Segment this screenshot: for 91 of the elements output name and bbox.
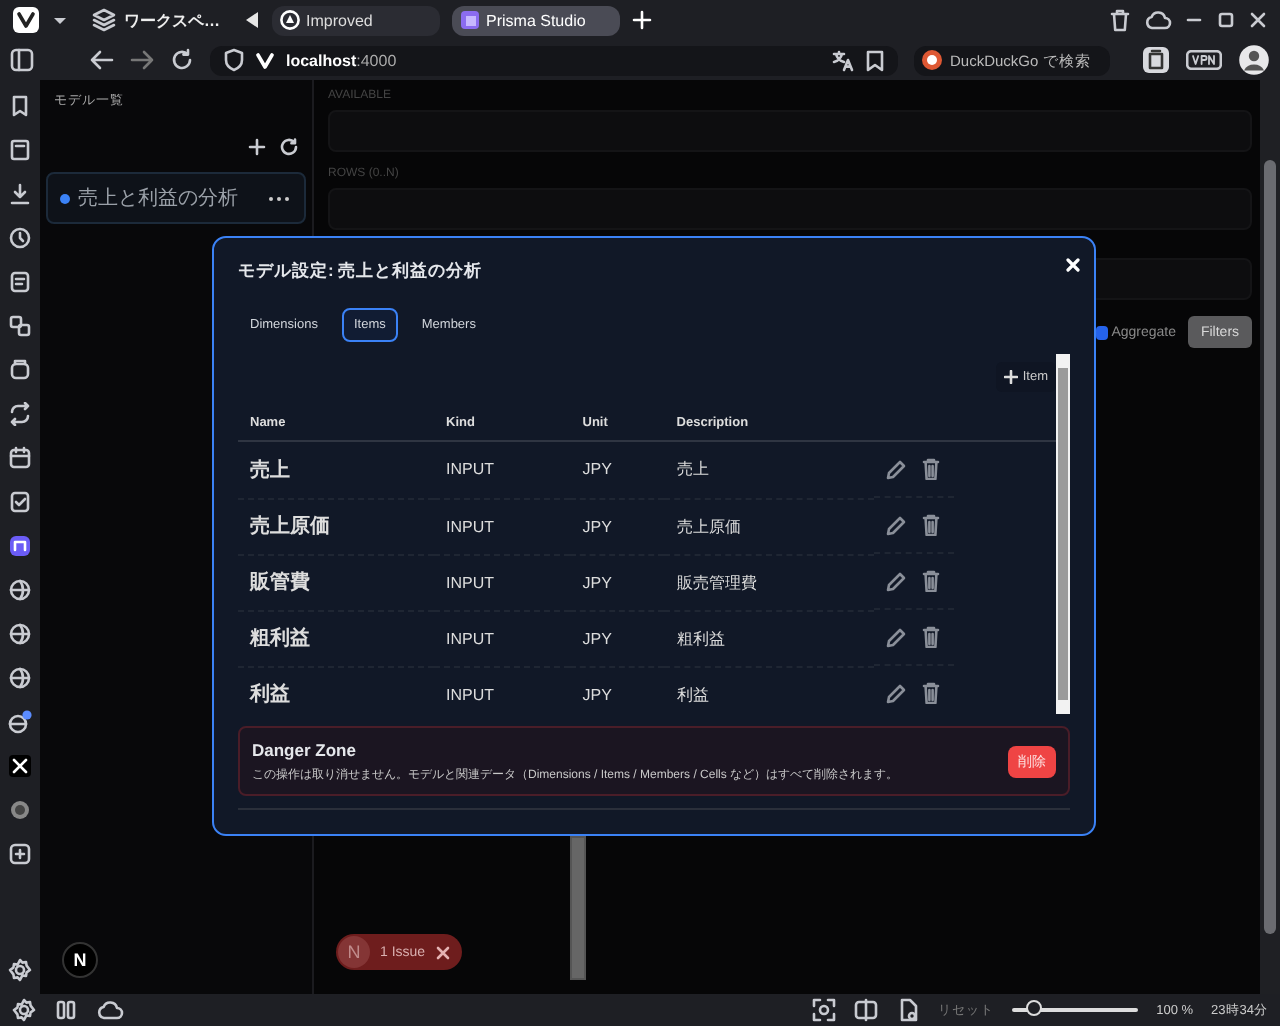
table-cell: INPUT <box>434 610 571 666</box>
bookmark-icon[interactable] <box>8 94 32 118</box>
table-cell: 売上 <box>664 441 874 498</box>
refresh-icon[interactable] <box>280 138 298 156</box>
calendar-icon[interactable] <box>8 446 32 470</box>
add-panel-icon[interactable] <box>8 842 32 866</box>
table-cell: 売上 <box>238 441 434 498</box>
table-cell: JPY <box>570 554 665 610</box>
table-cell: 販管費 <box>238 554 434 610</box>
reload-icon[interactable] <box>170 48 194 72</box>
app-logo-icon[interactable] <box>8 534 32 558</box>
table-cell: 売上原価 <box>664 498 874 554</box>
pencil-icon[interactable] <box>885 459 906 479</box>
dialog-title: モデル設定: 売上と利益の分析 <box>238 260 485 284</box>
bookmark-icon[interactable] <box>866 49 884 71</box>
caret-icon[interactable] <box>52 12 68 28</box>
tile-icon[interactable] <box>54 998 78 1022</box>
settings-icon[interactable] <box>8 958 32 982</box>
browser-tab[interactable]: Prisma Studio <box>452 5 620 35</box>
globe-icon[interactable] <box>8 666 32 690</box>
history-icon[interactable] <box>8 226 32 250</box>
cookie-jar-icon[interactable] <box>1142 46 1170 74</box>
table-cell: 利益 <box>238 666 434 721</box>
table-cell: INPUT <box>434 666 571 721</box>
x-logo-icon[interactable] <box>8 754 32 778</box>
page-actions-icon[interactable] <box>896 998 921 1022</box>
trash-icon[interactable] <box>921 570 940 592</box>
tasks-icon[interactable] <box>8 490 32 514</box>
close-icon[interactable] <box>435 945 450 959</box>
scrollbar[interactable] <box>1056 354 1070 714</box>
square-logo-icon <box>460 10 480 30</box>
v-logo-icon <box>256 51 274 69</box>
address-field[interactable]: localhost:4000 <box>210 45 898 75</box>
table-cell: 粗利益 <box>238 610 434 666</box>
table-cell: JPY <box>570 610 665 666</box>
table-cell: JPY <box>570 441 665 498</box>
pencil-icon[interactable] <box>885 515 906 535</box>
pencil-icon[interactable] <box>885 683 906 703</box>
workspace-button[interactable]: ワークスペ… <box>92 8 220 32</box>
trash-icon[interactable] <box>1108 8 1132 32</box>
dot-icon <box>60 193 70 203</box>
duck-logo-icon <box>922 50 942 70</box>
table-cell: INPUT <box>434 498 571 554</box>
notes-icon[interactable] <box>8 270 32 294</box>
globe-badge-icon[interactable] <box>8 710 32 734</box>
table-cell: 粗利益 <box>664 610 874 666</box>
panel-toggle-icon[interactable] <box>10 48 34 72</box>
globe-icon[interactable] <box>8 622 32 646</box>
pencil-icon[interactable] <box>885 571 906 591</box>
table-cell: INPUT <box>434 441 571 498</box>
pencil-icon[interactable] <box>885 627 906 647</box>
browser-tab[interactable]: Improved <box>272 5 440 35</box>
forward-icon[interactable] <box>130 50 154 70</box>
close-icon[interactable] <box>1248 10 1268 30</box>
scrollbar[interactable] <box>570 836 586 980</box>
download-icon[interactable] <box>8 182 32 206</box>
table-cell: JPY <box>570 666 665 721</box>
capture-icon[interactable] <box>812 998 837 1022</box>
stack-icon <box>92 8 116 32</box>
book-icon[interactable] <box>8 138 32 162</box>
triangle-left-icon[interactable] <box>244 10 260 30</box>
trash-icon[interactable] <box>921 626 940 648</box>
cloud-icon[interactable] <box>96 998 124 1022</box>
globe-icon[interactable] <box>8 578 32 602</box>
user-avatar-icon[interactable] <box>1238 44 1270 76</box>
slider-thumb[interactable] <box>1026 1000 1043 1016</box>
trash-icon[interactable] <box>921 682 940 704</box>
trash-icon[interactable] <box>921 514 940 536</box>
table-cell: 売上原価 <box>238 498 434 554</box>
model-list-item[interactable]: 売上と利益の分析 <box>46 172 306 224</box>
split-view-icon[interactable] <box>854 998 879 1022</box>
cloud-icon[interactable] <box>1144 8 1172 32</box>
circle-logo-icon <box>280 10 300 30</box>
table-cell: INPUT <box>434 554 571 610</box>
shield-icon <box>224 48 244 72</box>
more-icon[interactable] <box>268 195 290 201</box>
logo-circle: N <box>338 936 370 968</box>
back-icon[interactable] <box>90 50 114 70</box>
table-cell: 利益 <box>664 666 874 721</box>
maximize-icon[interactable] <box>1216 10 1236 30</box>
table-cell: JPY <box>570 498 665 554</box>
dot-logo-icon[interactable] <box>8 798 32 822</box>
logo-circle[interactable]: N <box>62 942 98 978</box>
plus-icon <box>1004 370 1019 384</box>
browser-logo-icon[interactable] <box>12 6 40 34</box>
danger-zone-title: Danger Zone <box>252 739 358 759</box>
trash-icon[interactable] <box>921 458 940 480</box>
table-cell: 販売管理費 <box>664 554 874 610</box>
vpn-icon[interactable] <box>1186 50 1222 70</box>
plus-icon[interactable] <box>248 138 266 156</box>
settings-icon[interactable] <box>12 998 36 1022</box>
